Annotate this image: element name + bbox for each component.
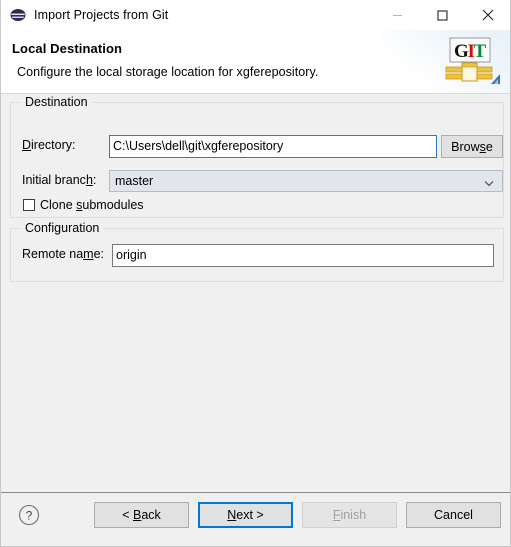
wizard-buttons: < Back Next > Finish Cancel [94, 502, 501, 528]
browse-button-label: Browse [451, 139, 493, 154]
git-banner-logo: G I T [438, 36, 500, 88]
next-button-label: Next > [227, 508, 264, 522]
title-bar: Import Projects from Git [1, 0, 510, 30]
checkbox-box [23, 199, 35, 211]
initial-branch-select[interactable]: master [109, 170, 503, 192]
close-icon[interactable] [465, 0, 510, 30]
finish-button: Finish [302, 502, 397, 528]
maximize-icon[interactable] [420, 0, 465, 30]
import-projects-from-git-dialog: Import Projects from Git Local Destinati… [0, 0, 511, 547]
initial-branch-value: master [115, 174, 154, 188]
window-title: Import Projects from Git [34, 8, 169, 22]
eclipse-icon [10, 7, 26, 23]
directory-label: Directory: [22, 138, 76, 152]
wizard-header: Local Destination Configure the local st… [1, 30, 510, 94]
help-icon[interactable]: ? [17, 503, 41, 527]
next-button[interactable]: Next > [198, 502, 293, 528]
dialog-footer: ? < Back Next > Finish Cancel [1, 492, 510, 546]
minimize-icon[interactable] [375, 0, 420, 30]
configuration-group-label: Configuration [21, 221, 104, 235]
back-button-label: < Back [122, 508, 161, 522]
page-subtitle: Configure the local storage location for… [17, 65, 319, 79]
destination-group: Destination Directory: C:\Users\dell\git… [10, 95, 504, 218]
clone-submodules-label: Clone submodules [40, 198, 144, 212]
chevron-down-icon [483, 175, 495, 187]
remote-name-label: Remote name: [22, 247, 105, 261]
directory-input[interactable]: C:\Users\dell\git\xgferepository [109, 135, 437, 158]
window-controls [375, 0, 510, 30]
initial-branch-label: Initial branch: [22, 173, 97, 187]
svg-text:T: T [474, 41, 487, 62]
finish-button-label: Finish [332, 508, 367, 522]
clone-submodules-checkbox[interactable]: Clone submodules [23, 198, 144, 212]
back-button[interactable]: < Back [94, 502, 189, 528]
svg-text:?: ? [26, 509, 33, 523]
dialog-body: Destination Directory: C:\Users\dell\git… [1, 94, 510, 492]
browse-button[interactable]: Browse [441, 135, 503, 158]
cancel-button-label: Cancel [434, 508, 473, 522]
remote-name-input[interactable]: origin [112, 244, 494, 267]
page-title: Local Destination [12, 41, 123, 56]
cancel-button[interactable]: Cancel [406, 502, 501, 528]
configuration-group: Configuration Remote name: origin [10, 221, 504, 282]
destination-group-label: Destination [21, 95, 92, 109]
